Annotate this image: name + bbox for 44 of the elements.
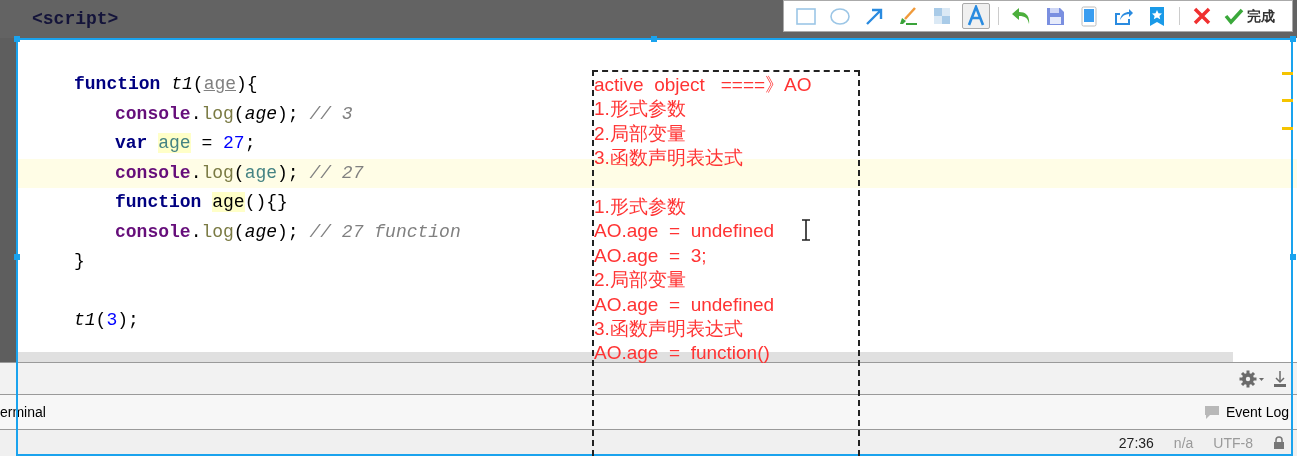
code-line: <script> xyxy=(32,7,119,31)
tool-window-tab[interactable]: Event Log xyxy=(1225,401,1289,423)
status-item[interactable]: 27:36 xyxy=(1118,432,1154,454)
tablet-icon xyxy=(1078,5,1100,27)
annotation-line: active object ====》AO xyxy=(594,73,812,97)
brush-icon xyxy=(897,5,919,27)
annotation-line: 1.形式参数 xyxy=(594,97,686,122)
close-icon xyxy=(1191,5,1213,27)
code-line: } xyxy=(74,250,85,274)
tool-button[interactable] xyxy=(962,3,990,29)
speech-bubble-icon xyxy=(1203,404,1220,420)
gear-icon[interactable] xyxy=(1239,369,1265,388)
code-line: var age = 27; xyxy=(115,132,256,156)
code-line: function t1(age){ xyxy=(74,73,258,97)
resize-handle[interactable] xyxy=(14,254,20,260)
save-icon xyxy=(1044,5,1066,27)
rectangle-icon xyxy=(795,5,817,27)
resize-handle[interactable] xyxy=(1290,254,1296,260)
annotation-line: AO.age = 3; xyxy=(594,243,707,268)
annotation-line: 3.函数声明表达式 xyxy=(594,317,743,342)
checkmark-icon xyxy=(1224,7,1244,25)
annotation-line: 1.形式参数 xyxy=(594,195,686,219)
text-tool-icon xyxy=(965,5,987,27)
lock-icon[interactable] xyxy=(1273,436,1285,450)
resize-handle[interactable] xyxy=(651,36,657,42)
annotation-line: AO.age = function() xyxy=(594,341,770,366)
done-button[interactable]: 完成 xyxy=(1222,5,1277,27)
text-annotation[interactable]: active object ====》AO 1.形式参数 2.局部变量 3.函数声明表达式 1.形式参数 AO.age = undefined AO.age = 3; 2.局部变量 AO.age = undefined 3.函数声明表达式 AO.age = function() xyxy=(592,70,860,456)
code-line: t1(3); xyxy=(74,309,139,333)
code-line: console.log(age); // 27 function xyxy=(115,220,461,244)
annotation-line: AO.age = undefined xyxy=(594,292,775,317)
annotation-line: 2.局部变量 xyxy=(594,121,686,146)
annotation-line: 3.函数声明表达式 xyxy=(594,146,743,171)
ellipse-icon xyxy=(829,5,851,27)
code-line: console.log(age); // 3 xyxy=(115,102,353,126)
mosaic-icon xyxy=(931,5,953,27)
resize-handle[interactable] xyxy=(1290,36,1296,42)
annotation-line: AO.age = undefined xyxy=(594,219,775,244)
download-icon[interactable] xyxy=(1273,369,1287,388)
annotation-line: 2.局部变量 xyxy=(594,268,686,293)
code-line: console.log(age); // 27 xyxy=(115,161,364,185)
code-line: function age(){} xyxy=(115,191,288,215)
text-cursor-icon xyxy=(801,219,811,241)
resize-handle[interactable] xyxy=(14,36,20,42)
